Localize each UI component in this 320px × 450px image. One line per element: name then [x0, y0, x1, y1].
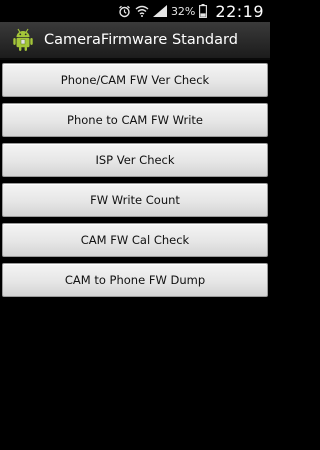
action-button-list: Phone/CAM FW Ver Check Phone to CAM FW W… — [0, 61, 270, 303]
app-screen: 32% 22:19 CameraFirmware Standard Phone/… — [0, 0, 270, 450]
alarm-icon — [118, 5, 131, 18]
android-robot-icon — [10, 27, 36, 53]
status-bar: 32% 22:19 — [0, 0, 270, 22]
isp-ver-check-button[interactable]: ISP Ver Check — [2, 143, 268, 177]
battery-icon — [199, 4, 208, 18]
status-icons: 32% 22:19 — [118, 2, 270, 21]
battery-percent: 32% — [170, 4, 196, 18]
wifi-icon — [135, 5, 149, 17]
signal-strength-icon — [152, 5, 167, 17]
cam-to-phone-fw-dump-button[interactable]: CAM to Phone FW Dump — [2, 263, 268, 297]
phone-cam-fw-ver-check-button[interactable]: Phone/CAM FW Ver Check — [2, 63, 268, 97]
cam-fw-cal-check-button[interactable]: CAM FW Cal Check — [2, 223, 268, 257]
action-bar: CameraFirmware Standard — [0, 22, 270, 60]
app-title: CameraFirmware Standard — [44, 32, 238, 48]
phone-to-cam-fw-write-button[interactable]: Phone to CAM FW Write — [2, 103, 268, 137]
fw-write-count-button[interactable]: FW Write Count — [2, 183, 268, 217]
status-clock: 22:19 — [215, 1, 264, 21]
